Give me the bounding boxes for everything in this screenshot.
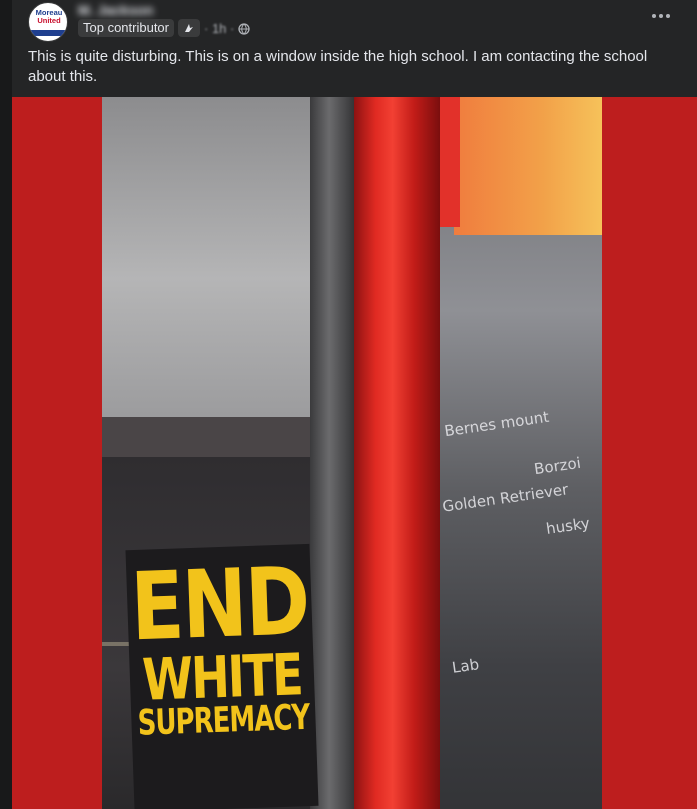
author-name[interactable]: M. Jackson (78, 2, 153, 18)
post-text: This is quite disturbing. This is on a w… (28, 48, 648, 85)
photo-red-post (354, 97, 440, 809)
sign-line-supremacy: SUPREMACY (137, 697, 310, 745)
post-time[interactable]: · 1h · (204, 21, 234, 36)
photo-content: Bernes mount Golden Retriever Borzoi hus… (102, 97, 602, 809)
avatar[interactable]: Moreau United (28, 2, 68, 42)
more-dot (659, 14, 663, 18)
photo-poster-orange (454, 97, 602, 235)
avatar-stripe (29, 30, 67, 36)
photo-wall (102, 97, 332, 427)
avatar-logo-text: Moreau United (29, 9, 67, 25)
contributor-icon (178, 19, 200, 37)
globe-icon (238, 22, 250, 35)
post-meta: Top contributor · 1h · (78, 19, 250, 37)
post-photo[interactable]: Bernes mount Golden Retriever Borzoi hus… (12, 97, 697, 809)
chalk-word: Lab (450, 655, 481, 677)
top-contributor-badge[interactable]: Top contributor (78, 19, 174, 37)
photo-frame-post (310, 97, 358, 809)
photo-sign: END WHITE SUPREMACY (125, 543, 319, 809)
more-dot (652, 14, 656, 18)
photo-wall-band (102, 417, 342, 457)
more-dot (666, 14, 670, 18)
post-header: Moreau United M. Jackson Top contributor… (12, 0, 697, 44)
avatar-line2: United (37, 16, 61, 25)
more-icon[interactable] (649, 8, 673, 24)
photo-poster-red (440, 97, 460, 227)
